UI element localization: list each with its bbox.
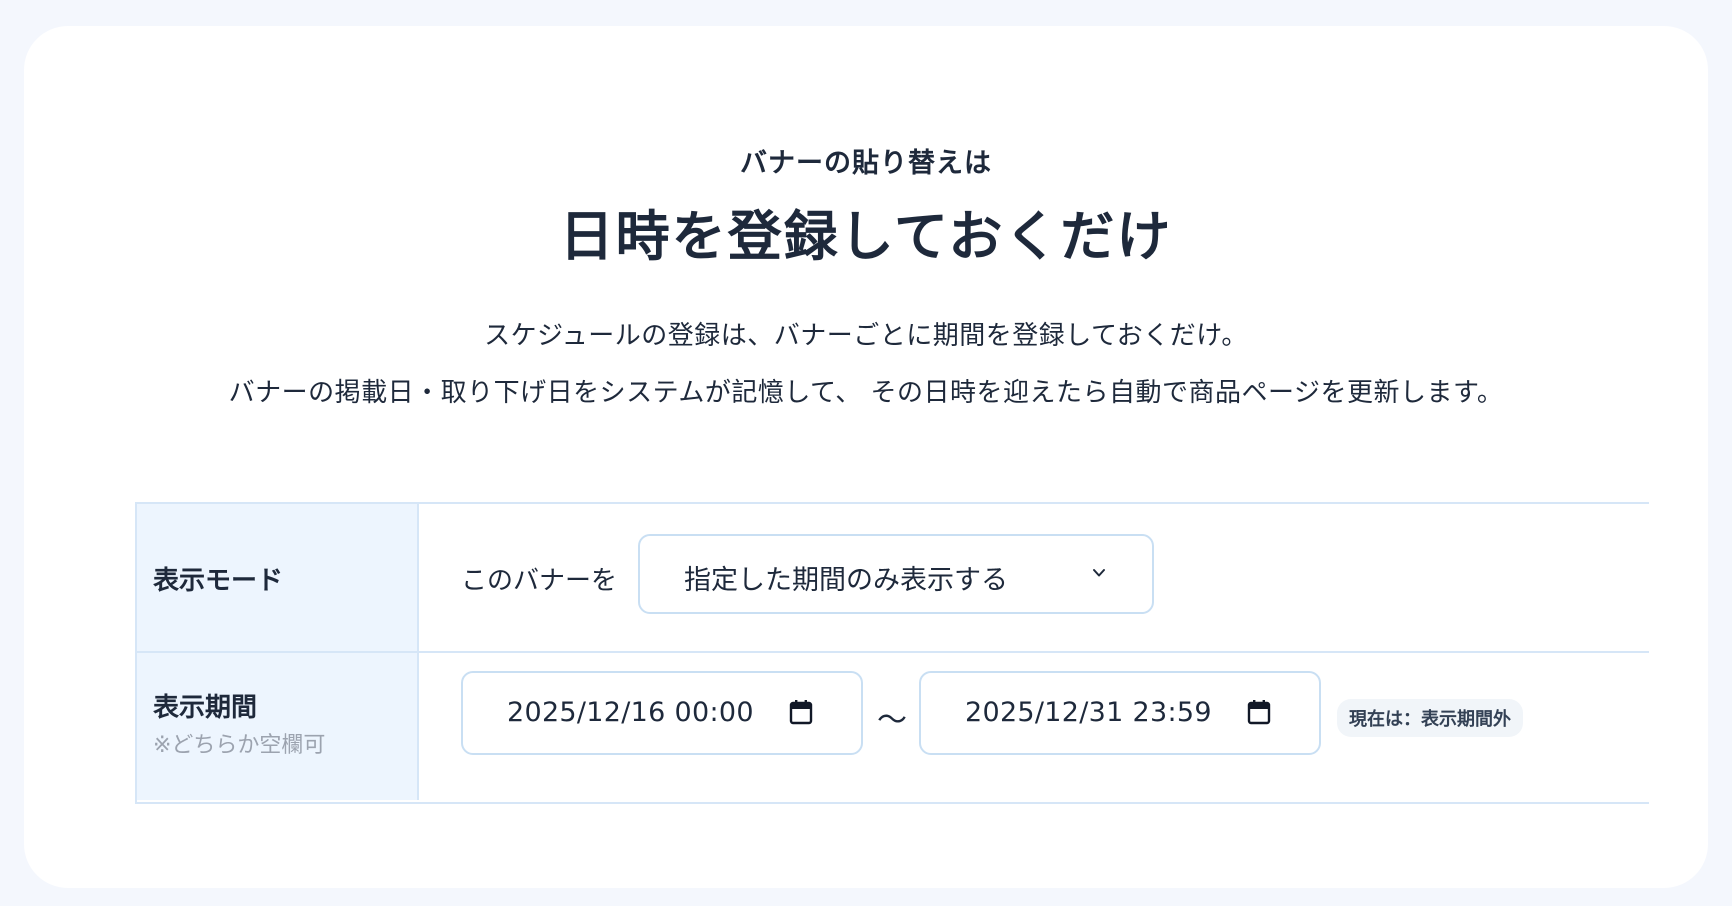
display-mode-row: 表示モード このバナーを 指定した期間のみ表示する: [137, 504, 1649, 653]
kicker-text: バナーの貼り替えは: [740, 148, 992, 179]
headline: 日時を登録しておくだけ: [559, 205, 1173, 268]
description-line-2: バナーの掲載日・取り下げ日をシステムが記憶して、 その日時を迎えたら自動で商品ペ…: [228, 378, 1504, 408]
banner-settings-table: 表示モード このバナーを 指定した期間のみ表示する 表示期間 ※どちらか空欄可 …: [135, 502, 1649, 804]
calendar-icon[interactable]: [1247, 699, 1271, 725]
display-period-row: 表示期間 ※どちらか空欄可 2025/12/16 00:00 〜 2025/12…: [137, 653, 1649, 800]
display-mode-prefix: このバナーを: [461, 566, 618, 596]
description-line-1: スケジュールの登録は、バナーごとに期間を登録しておくだけ。: [484, 321, 1248, 351]
period-separator: 〜: [877, 703, 907, 738]
display-mode-label-cell: 表示モード: [137, 504, 419, 651]
display-period-label-cell: 表示期間 ※どちらか空欄可: [137, 653, 419, 800]
end-datetime-value: 2025/12/31 23:59: [965, 697, 1212, 728]
start-datetime-input[interactable]: 2025/12/16 00:00: [461, 671, 863, 755]
end-datetime-input[interactable]: 2025/12/31 23:59: [919, 671, 1321, 755]
feature-card: バナーの貼り替えは 日時を登録しておくだけ スケジュールの登録は、バナーごとに期…: [24, 26, 1708, 888]
display-period-label: 表示期間: [153, 693, 258, 723]
display-mode-selected-value: 指定した期間のみ表示する: [684, 565, 1008, 596]
period-status-badge: 現在は：表示期間外: [1337, 699, 1523, 737]
display-mode-label: 表示モード: [153, 566, 284, 596]
display-mode-select[interactable]: 指定した期間のみ表示する: [638, 534, 1154, 614]
start-datetime-value: 2025/12/16 00:00: [507, 697, 754, 728]
chevron-down-icon: [1093, 569, 1105, 577]
calendar-icon[interactable]: [789, 699, 813, 725]
display-period-note: ※どちらか空欄可: [153, 733, 326, 758]
